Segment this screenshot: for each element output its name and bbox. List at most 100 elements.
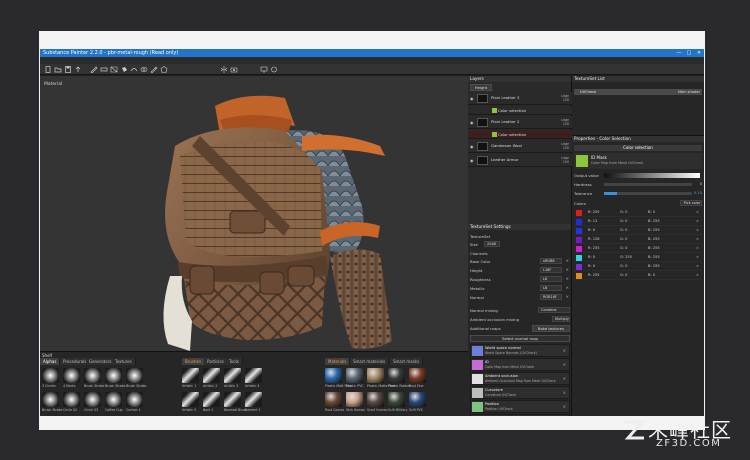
visibility-eye-icon[interactable]: ◉ (470, 96, 474, 101)
color-row[interactable]: R: 0 G: 255 B: 255 × (574, 254, 702, 262)
save-icon[interactable] (64, 66, 72, 73)
shelf-thumbnail[interactable] (325, 392, 342, 407)
color-row[interactable]: R: 0 G: 0 B: 255 × (574, 263, 702, 271)
tab-alphas[interactable]: Alphas (40, 358, 61, 365)
shelf-thumbnail[interactable] (84, 392, 101, 407)
select-normal-map-button[interactable]: Select normal map (470, 335, 570, 342)
color-swatch[interactable] (576, 219, 582, 225)
remove-map-icon[interactable]: × (563, 362, 566, 367)
layer-mask-row[interactable]: Color selection (468, 106, 572, 115)
remove-color-icon[interactable]: × (696, 237, 699, 241)
picker-icon[interactable] (150, 66, 158, 73)
texture-set-row[interactable]: UVCheck Main shader (574, 89, 702, 95)
shelf-thumbnail[interactable] (203, 368, 220, 383)
shelf-thumbnail[interactable] (409, 368, 426, 383)
tab-materials[interactable]: Materials (325, 358, 351, 365)
shelf-thumbnail[interactable] (203, 392, 220, 407)
output-value-gradient[interactable] (604, 173, 700, 178)
shelf-thumbnail[interactable] (63, 392, 80, 407)
tab-smart-masks[interactable]: Smart masks (390, 358, 424, 365)
visibility-eye-icon[interactable]: ◉ (470, 144, 474, 149)
eraser-icon[interactable] (100, 66, 108, 73)
channel-format-select[interactable]: L16F (540, 267, 562, 273)
polygon-fill-icon[interactable] (160, 66, 168, 73)
remove-color-icon[interactable]: × (696, 255, 699, 259)
open-icon[interactable] (54, 66, 62, 73)
symmetry-icon[interactable] (220, 66, 228, 73)
remove-color-icon[interactable]: × (696, 228, 699, 232)
ao-mixing-select[interactable]: Multiply (552, 316, 570, 322)
shelf-thumbnail[interactable] (224, 368, 241, 383)
fill-icon[interactable] (120, 66, 128, 73)
channel-format-select[interactable]: L8 (540, 285, 562, 291)
tab-smart-materials[interactable]: Smart materials (350, 358, 390, 365)
remove-channel-icon[interactable]: × (566, 267, 569, 272)
tab-brushes[interactable]: Brushes (182, 358, 206, 365)
layers-blend-select[interactable]: Height (470, 84, 492, 91)
remove-color-icon[interactable]: × (696, 264, 699, 268)
shelf-thumbnail[interactable] (367, 368, 384, 383)
visibility-eye-icon[interactable]: ◉ (470, 120, 474, 125)
remove-map-icon[interactable]: × (563, 404, 566, 409)
bake-textures-button[interactable]: Bake textures (532, 325, 570, 332)
shelf-thumbnail[interactable] (182, 368, 199, 383)
color-swatch[interactable] (576, 228, 582, 234)
color-swatch[interactable] (576, 273, 582, 279)
display-icon[interactable] (260, 66, 268, 73)
shelf-thumbnail[interactable] (245, 392, 262, 407)
shelf-thumbnail[interactable] (84, 368, 101, 383)
remove-channel-icon[interactable]: × (566, 276, 569, 281)
color-swatch[interactable] (576, 255, 582, 261)
shelf-thumbnail[interactable] (346, 368, 363, 383)
smudge-icon[interactable] (130, 66, 138, 73)
render-icon[interactable] (270, 66, 278, 73)
tab-tools[interactable]: Tools (226, 358, 243, 365)
color-swatch[interactable] (576, 237, 582, 243)
normal-mixing-select[interactable]: Combine (538, 307, 570, 313)
layer-row[interactable]: ◉ Leather Armor Ldge 100 (468, 154, 572, 167)
shelf-thumbnail[interactable] (325, 368, 342, 383)
maximize-button[interactable]: □ (684, 49, 694, 57)
shelf-thumbnail[interactable] (388, 368, 405, 383)
shelf-thumbnail[interactable] (182, 392, 199, 407)
color-row[interactable]: R: 255 G: 0 B: 0 × (574, 209, 702, 217)
paint-icon[interactable] (90, 66, 98, 73)
additional-map-item[interactable]: Position Position UVCheck × (470, 400, 570, 413)
size-select[interactable]: 2048 (484, 241, 500, 247)
texture-set-row-shader[interactable]: Main shader (678, 89, 700, 95)
shelf-thumbnail[interactable] (42, 368, 59, 383)
layer-row[interactable]: ◉ Gambeson Wool Ldge 100 (468, 140, 572, 153)
new-icon[interactable] (44, 66, 52, 73)
3d-viewport[interactable]: Material (40, 76, 468, 351)
color-row[interactable]: R: 255 G: 0 B: 255 × (574, 245, 702, 253)
layer-mask-row[interactable]: Color selection (468, 130, 572, 139)
minimize-button[interactable]: — (674, 49, 684, 57)
remove-color-icon[interactable]: × (696, 273, 699, 277)
remove-channel-icon[interactable]: × (566, 294, 569, 299)
channel-format-select[interactable]: L8 (540, 276, 562, 282)
additional-map-item[interactable]: World space normal World Space Normals (U… (470, 344, 570, 357)
shelf-thumbnail[interactable] (388, 392, 405, 407)
close-button[interactable]: ✕ (694, 49, 704, 57)
shelf-thumbnail[interactable] (245, 368, 262, 383)
camera-icon[interactable] (230, 66, 238, 73)
remove-channel-icon[interactable]: × (566, 258, 569, 263)
additional-map-item[interactable]: ThicknessThickness Map from Mesh UVCheck… (470, 414, 570, 416)
remove-color-icon[interactable]: × (696, 210, 699, 214)
additional-map-item[interactable]: Curvature Curvature UVCheck × (470, 386, 570, 399)
visibility-eye-icon[interactable]: ◉ (470, 158, 474, 163)
remove-map-icon[interactable]: × (563, 348, 566, 353)
shelf-thumbnail[interactable] (224, 392, 241, 407)
additional-map-item[interactable]: ID Color Map from Mesh UVCheck × (470, 358, 570, 371)
color-row[interactable]: R: 255 G: 0 B: 0 × (574, 272, 702, 280)
shelf-thumbnail[interactable] (105, 392, 122, 407)
shelf-thumbnail[interactable] (105, 368, 122, 383)
shelf-thumbnail[interactable] (367, 392, 384, 407)
color-swatch[interactable] (576, 210, 582, 216)
tab-particles[interactable]: Particles (204, 358, 228, 365)
remove-color-icon[interactable]: × (696, 219, 699, 223)
color-row[interactable]: R: 13 G: 0 B: 255 × (574, 218, 702, 226)
hardness-slider[interactable] (604, 183, 692, 186)
remove-color-icon[interactable]: × (696, 246, 699, 250)
layer-row[interactable]: ◉ Plain Leather 2 Ldge 100 (468, 116, 572, 129)
